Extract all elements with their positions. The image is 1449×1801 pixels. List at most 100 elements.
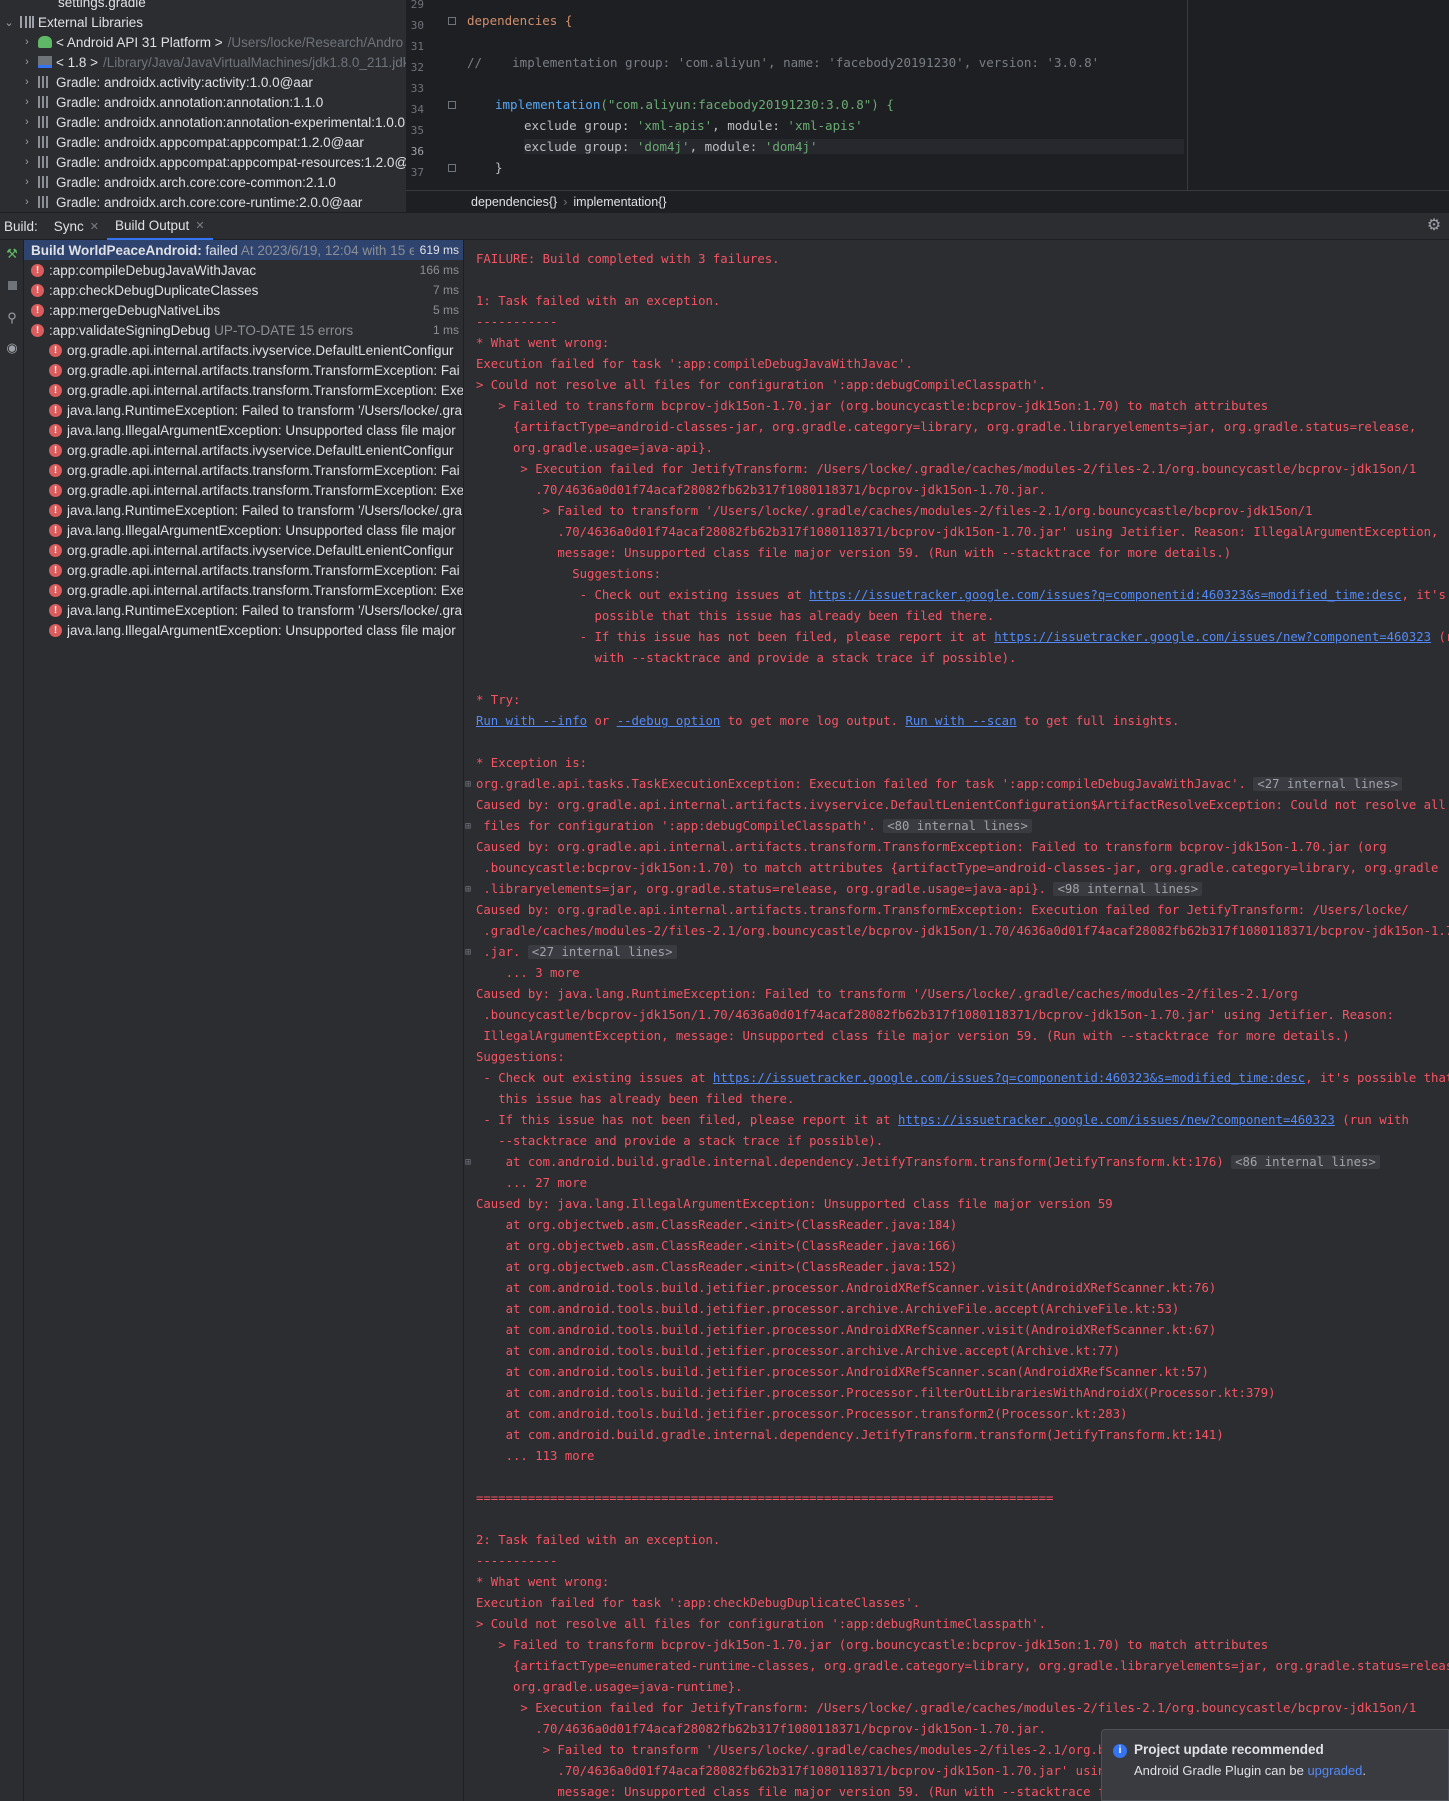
code-line-30[interactable]: dependencies { [467,13,572,28]
error-item[interactable]: ! java.lang.IllegalArgumentException: Uns… [24,420,463,440]
code-line-36[interactable]: exclude group: 'dom4j', module: 'dom4j' [524,139,1184,154]
output-line: .gradle/caches/modules-2/files-2.1/org.b… [476,921,1449,942]
error-item[interactable]: ! java.lang.RuntimeException: Failed to t… [24,400,463,420]
upgrade-link[interactable]: upgraded [1307,1763,1362,1778]
error-item[interactable]: ! org.gradle.api.internal.artifacts.trans… [24,460,463,480]
fold-icon[interactable] [448,101,456,109]
output-text: ... 27 more [476,1176,588,1190]
error-item[interactable]: ! java.lang.IllegalArgumentException: Uns… [24,520,463,540]
line-number: 32 [410,61,424,74]
build-task-item[interactable]: !:app:compileDebugJavaWithJavac 166 ms [24,260,463,280]
project-tree-item[interactable]: ⌄ External Libraries [0,12,143,32]
eye-icon[interactable]: ◉ [4,340,20,356]
code-editor[interactable]: 29 30 31 32 33 34 35 36 37 dependencies { // imp… [406,0,1449,190]
project-tree-item[interactable]: › Gradle: androidx.arch.core:core-common:… [0,172,336,192]
error-item[interactable]: ! org.gradle.api.internal.artifacts.ivyse… [24,540,463,560]
internal-lines-fold[interactable]: <27 internal lines> [527,945,677,959]
expand-icon[interactable]: ⊞ [465,942,471,963]
close-icon[interactable]: ✕ [195,219,204,232]
expand-icon[interactable]: ⊞ [465,879,471,900]
chevron-down-icon[interactable]: ⌄ [2,16,16,29]
error-item[interactable]: ! java.lang.IllegalArgumentException: Uns… [24,620,463,640]
right-margin-guide [1187,0,1188,190]
expand-icon[interactable]: ⊞ [465,774,471,795]
error-item[interactable]: ! java.lang.RuntimeException: Failed to t… [24,500,463,520]
output-line: * Try: [476,690,520,711]
output-text: .bouncycastle:bcprov-jdk15on:1.70) to ma… [476,861,1439,875]
chevron-right-icon[interactable]: › [20,136,34,148]
notification-balloon[interactable]: i Project update recommended Android Gra… [1101,1729,1449,1801]
internal-lines-fold[interactable]: <86 internal lines> [1231,1155,1380,1169]
output-text: .bouncycastle/bcprov-jdk15on/1.70/4636a0… [476,1008,1395,1022]
output-line: ----------- [476,1551,557,1572]
error-item[interactable]: ! org.gradle.api.internal.artifacts.ivyse… [24,340,463,360]
close-icon[interactable]: ✕ [90,220,99,233]
code-line-32[interactable]: // implementation group: 'com.aliyun', n… [467,55,1099,70]
library-icon [40,0,54,8]
project-tree-item[interactable]: › Gradle: androidx.arch.core:core-runtime… [0,192,362,212]
error-item[interactable]: ! java.lang.RuntimeException: Failed to t… [24,600,463,620]
hammer-icon[interactable]: ⚒ [4,246,20,262]
build-side-toolbar: ⚒ ⚲ ◉ [0,240,24,1801]
output-line: {artifactType=android-classes-jar, org.g… [476,417,1416,438]
code-line-34[interactable]: implementation("com.aliyun:facebody20191… [495,97,894,112]
issue-tracker-link[interactable]: https://issuetracker.google.com/issues?q… [809,588,1401,602]
stop-icon[interactable] [4,278,20,294]
error-label: java.lang.RuntimeException: Failed to tr… [67,402,463,418]
chevron-right-icon[interactable]: › [20,156,34,168]
issue-tracker-link[interactable]: https://issuetracker.google.com/issues?q… [713,1071,1305,1085]
error-item[interactable]: ! org.gradle.api.internal.artifacts.trans… [24,580,463,600]
internal-lines-fold[interactable]: <80 internal lines> [883,819,1032,833]
gear-icon[interactable]: ⚙ [1425,217,1443,235]
build-task-item[interactable]: !:app:validateSigningDebug UP-TO-DATE 15… [24,320,463,340]
issue-tracker-link[interactable]: https://issuetracker.google.com/issues/n… [898,1113,1335,1127]
project-tree-item[interactable]: › < Android API 31 Platform >/Users/locke… [0,32,403,52]
chevron-right-icon[interactable]: › [20,76,34,88]
issue-tracker-link[interactable]: https://issuetracker.google.com/issues/n… [994,630,1431,644]
error-item[interactable]: ! org.gradle.api.internal.artifacts.trans… [24,360,463,380]
chevron-right-icon[interactable]: › [20,116,34,128]
output-text: message: Unsupported class file major ve… [476,546,1232,560]
internal-lines-fold[interactable]: <98 internal lines> [1053,882,1203,896]
error-item[interactable]: ! org.gradle.api.internal.artifacts.trans… [24,480,463,500]
build-root-label: Build WorldPeaceAndroid: failed At 2023/… [31,243,414,258]
build-output-console[interactable]: FAILURE: Build completed with 3 failures… [464,240,1449,1801]
project-tree-item[interactable]: › Gradle: androidx.appcompat:appcompat:1.… [0,132,364,152]
tab-build-output[interactable]: Build Output ✕ [107,212,213,240]
error-item[interactable]: ! org.gradle.api.internal.artifacts.trans… [24,380,463,400]
chevron-right-icon[interactable]: › [20,176,34,188]
error-item[interactable]: ! org.gradle.api.internal.artifacts.ivyse… [24,440,463,460]
code-line-37[interactable]: } [495,160,503,175]
output-link[interactable]: Run with --info [476,714,587,728]
output-line: > Failed to transform bcprov-jdk15on-1.7… [476,1635,1268,1656]
output-link[interactable]: --debug option [617,714,721,728]
chevron-right-icon[interactable]: › [20,36,34,48]
internal-lines-fold[interactable]: <27 internal lines> [1253,777,1403,791]
chevron-right-icon[interactable]: › [20,56,34,68]
project-tree-item[interactable]: › Gradle: androidx.appcompat:appcompat-re… [0,152,406,172]
project-tree-item[interactable]: › < 1.8 >/Library/Java/JavaVirtualMachine… [0,52,406,72]
build-task-item[interactable]: !:app:checkDebugDuplicateClasses 7 ms [24,280,463,300]
project-tree-item[interactable]: › Gradle: androidx.annotation:annotation:… [0,92,323,112]
code-line-35[interactable]: exclude group: 'xml-apis', module: 'xml-… [524,118,863,133]
error-item[interactable]: ! org.gradle.api.internal.artifacts.trans… [24,560,463,580]
project-tree-item[interactable]: settings.gradle [0,0,146,12]
fold-icon[interactable] [448,164,456,172]
build-root-item[interactable]: Build WorldPeaceAndroid: failed At 2023/… [24,240,463,260]
chevron-right-icon[interactable]: › [20,196,34,208]
pin-icon[interactable]: ⚲ [4,310,20,326]
output-link[interactable]: Run with --scan [905,714,1016,728]
tab-sync[interactable]: Sync ✕ [46,212,107,240]
breadcrumb-separator-icon: › [563,194,568,209]
breadcrumb-item[interactable]: dependencies{} [471,195,557,209]
output-line: ... 3 more [476,963,580,984]
build-task-item[interactable]: !:app:mergeDebugNativeLibs 5 ms [24,300,463,320]
fold-icon[interactable] [448,17,456,25]
project-tree-item[interactable]: › Gradle: androidx.annotation:annotation-… [0,112,405,132]
expand-icon[interactable]: ⊞ [465,1152,471,1173]
project-tree-item[interactable]: › Gradle: androidx.activity:activity:1.0.… [0,72,313,92]
breadcrumb-item[interactable]: implementation{} [573,195,666,209]
expand-icon[interactable]: ⊞ [465,816,471,837]
chevron-right-icon[interactable]: › [20,96,34,108]
output-line: Suggestions: [476,1047,565,1068]
